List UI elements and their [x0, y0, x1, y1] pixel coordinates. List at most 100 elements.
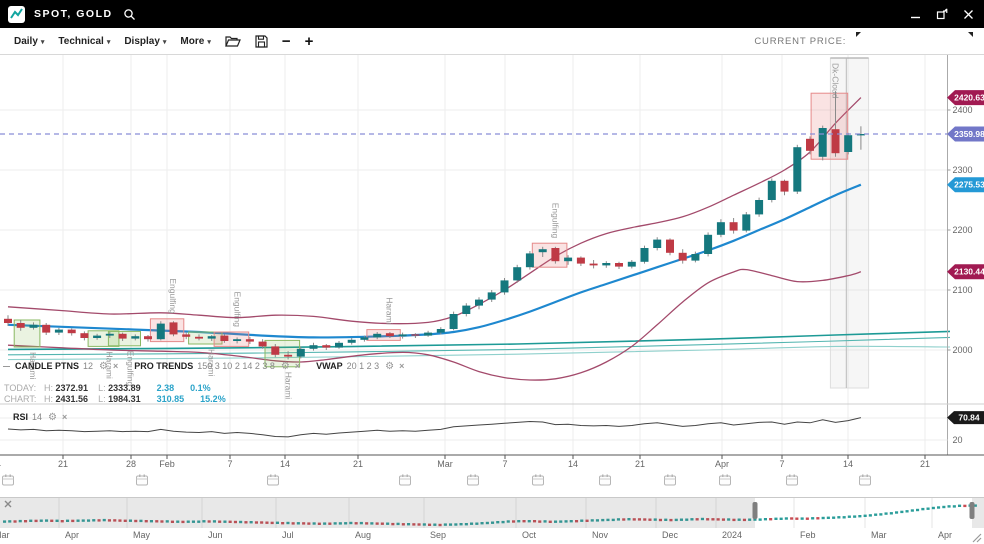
menu-more[interactable]: More▾ — [180, 36, 210, 47]
navigator-month-label: Sep — [430, 530, 446, 540]
navigator-month-label: Nov — [592, 530, 609, 540]
rsi-legend: RSI14⚙× — [13, 412, 67, 423]
event-calendar-icon[interactable] — [533, 475, 544, 486]
timeline-navigator[interactable]: MarAprMayJunJulAugSepOctNovDec2024FebMar… — [0, 497, 984, 544]
symbol-title: SPOT, GOLD — [34, 8, 113, 20]
event-calendar-icon[interactable] — [787, 475, 798, 486]
ask-price-badge: 2360.28 — [919, 32, 974, 50]
open-folder-icon[interactable] — [225, 35, 241, 47]
svg-text:2300: 2300 — [953, 165, 973, 175]
svg-text:Apr: Apr — [715, 459, 729, 469]
svg-text:2420.63: 2420.63 — [954, 93, 984, 103]
navigator-handle-right[interactable] — [970, 502, 975, 519]
svg-text:14: 14 — [280, 459, 290, 469]
pattern-box-dk-cloud — [811, 93, 848, 159]
save-icon[interactable] — [255, 35, 268, 48]
menu-daily[interactable]: Daily▾ — [14, 36, 44, 47]
event-calendar-icon[interactable] — [720, 475, 731, 486]
remove-indicator-icon[interactable]: × — [295, 361, 300, 371]
pattern-box-engulfing — [214, 332, 249, 346]
rsi-pane: 70.84 20 — [0, 404, 984, 445]
svg-text:2275.53: 2275.53 — [954, 180, 984, 190]
svg-text:Mar: Mar — [437, 459, 453, 469]
gear-icon[interactable]: ⚙ — [48, 412, 57, 423]
event-calendar-icon[interactable] — [860, 475, 871, 486]
svg-text:2130.44: 2130.44 — [954, 267, 984, 277]
svg-text:2400: 2400 — [953, 105, 973, 115]
svg-text:7: 7 — [502, 459, 507, 469]
menu-display[interactable]: Display▾ — [124, 36, 166, 47]
event-calendar-icon[interactable] — [3, 475, 14, 486]
gear-icon[interactable]: ⚙ — [385, 361, 394, 372]
svg-text:70.84: 70.84 — [958, 413, 980, 423]
svg-text:21: 21 — [58, 459, 68, 469]
price-chart-canvas[interactable]: HaramiHaramiEngulfingEngulfingHaramiEngu… — [0, 55, 984, 497]
today-stats-row: TODAY:H: 2372.91L: 2333.892.380.1% — [4, 383, 211, 393]
svg-text:14: 14 — [0, 459, 1, 469]
toolbar: Daily▾ Technical▾ Display▾ More▾ − + CUR… — [0, 28, 984, 55]
pattern-label: Engulfing — [168, 278, 178, 314]
app-logo-icon — [8, 6, 25, 23]
trading-app-window: SPOT, GOLD Daily▾ Technical▾ Display▾ Mo… — [0, 0, 984, 544]
svg-text:28: 28 — [126, 459, 136, 469]
navigator-month-label: Apr — [938, 530, 952, 540]
event-calendar-icon[interactable] — [600, 475, 611, 486]
legend-collapse-dash[interactable] — [3, 366, 10, 367]
time-axis[interactable]: 142128Feb71421Mar71421Apr71421 — [0, 455, 984, 485]
close-icon[interactable] — [963, 9, 974, 20]
moving-average-line — [8, 185, 861, 338]
navigator-month-label: Apr — [65, 530, 79, 540]
navigator-month-label: Feb — [800, 530, 816, 540]
navigator-month-label: Mar — [0, 530, 10, 540]
event-calendar-icon[interactable] — [665, 475, 676, 486]
remove-indicator-icon[interactable]: × — [399, 361, 404, 371]
gear-icon[interactable]: ⚙ — [281, 361, 290, 372]
navigator-handle-left[interactable] — [753, 502, 758, 519]
price-axis[interactable]: 240023002200210020002420.632359.982275.5… — [947, 55, 984, 455]
minimize-icon[interactable] — [910, 9, 921, 20]
chevron-down-icon: ▾ — [207, 39, 211, 46]
indicator-legend: CANDLE PTNS12⚙×PRO TRENDS150 3 10 2 14 2… — [3, 361, 404, 372]
event-calendar-icon[interactable] — [400, 475, 411, 486]
candlestick-series — [4, 91, 865, 359]
event-calendar-icon[interactable] — [268, 475, 279, 486]
navigator-month-label: Mar — [871, 530, 887, 540]
chevron-down-icon: ▾ — [41, 39, 45, 46]
chart-stats-row: CHART:H: 2431.56L: 1984.31310.8515.2% — [4, 394, 226, 404]
event-calendar-icon[interactable] — [468, 475, 479, 486]
resize-handle-icon[interactable] — [973, 534, 981, 542]
remove-indicator-icon[interactable]: × — [113, 361, 118, 371]
svg-text:21: 21 — [353, 459, 363, 469]
chevron-down-icon: ▾ — [107, 39, 111, 46]
zoom-out-button[interactable]: − — [282, 34, 291, 49]
svg-text:21: 21 — [635, 459, 645, 469]
pattern-box-harami — [367, 330, 400, 341]
svg-text:7: 7 — [779, 459, 784, 469]
navigator-month-label: Oct — [522, 530, 537, 540]
menu-technical[interactable]: Technical▾ — [58, 36, 110, 47]
title-bar: SPOT, GOLD — [0, 0, 984, 28]
pattern-label: Engulfing — [232, 292, 242, 328]
vwap-lines — [8, 331, 950, 359]
search-icon[interactable] — [123, 8, 136, 21]
event-calendar-icon[interactable] — [137, 475, 148, 486]
remove-indicator-icon[interactable]: × — [62, 412, 67, 422]
bid-price-badge: 2359.68 — [855, 32, 910, 50]
zoom-in-button[interactable]: + — [305, 34, 314, 49]
pattern-box-engulfing — [150, 319, 183, 342]
navigator-masked-left — [0, 498, 755, 528]
svg-text:20: 20 — [953, 435, 963, 445]
svg-text:21: 21 — [920, 459, 930, 469]
pattern-label: Engulfing — [551, 203, 561, 239]
svg-text:14: 14 — [568, 459, 578, 469]
current-price-label: CURRENT PRICE: — [754, 36, 846, 47]
chevron-down-icon: ▾ — [163, 39, 167, 46]
navigator-month-label: Jul — [282, 530, 294, 540]
svg-text:Feb: Feb — [159, 459, 175, 469]
pattern-label: Harami — [283, 372, 293, 400]
pattern-label: Harami — [385, 297, 395, 325]
navigator-month-label: Dec — [662, 530, 679, 540]
restore-icon[interactable] — [936, 8, 948, 20]
gear-icon[interactable]: ⚙ — [99, 361, 108, 372]
navigator-month-label: Aug — [355, 530, 371, 540]
